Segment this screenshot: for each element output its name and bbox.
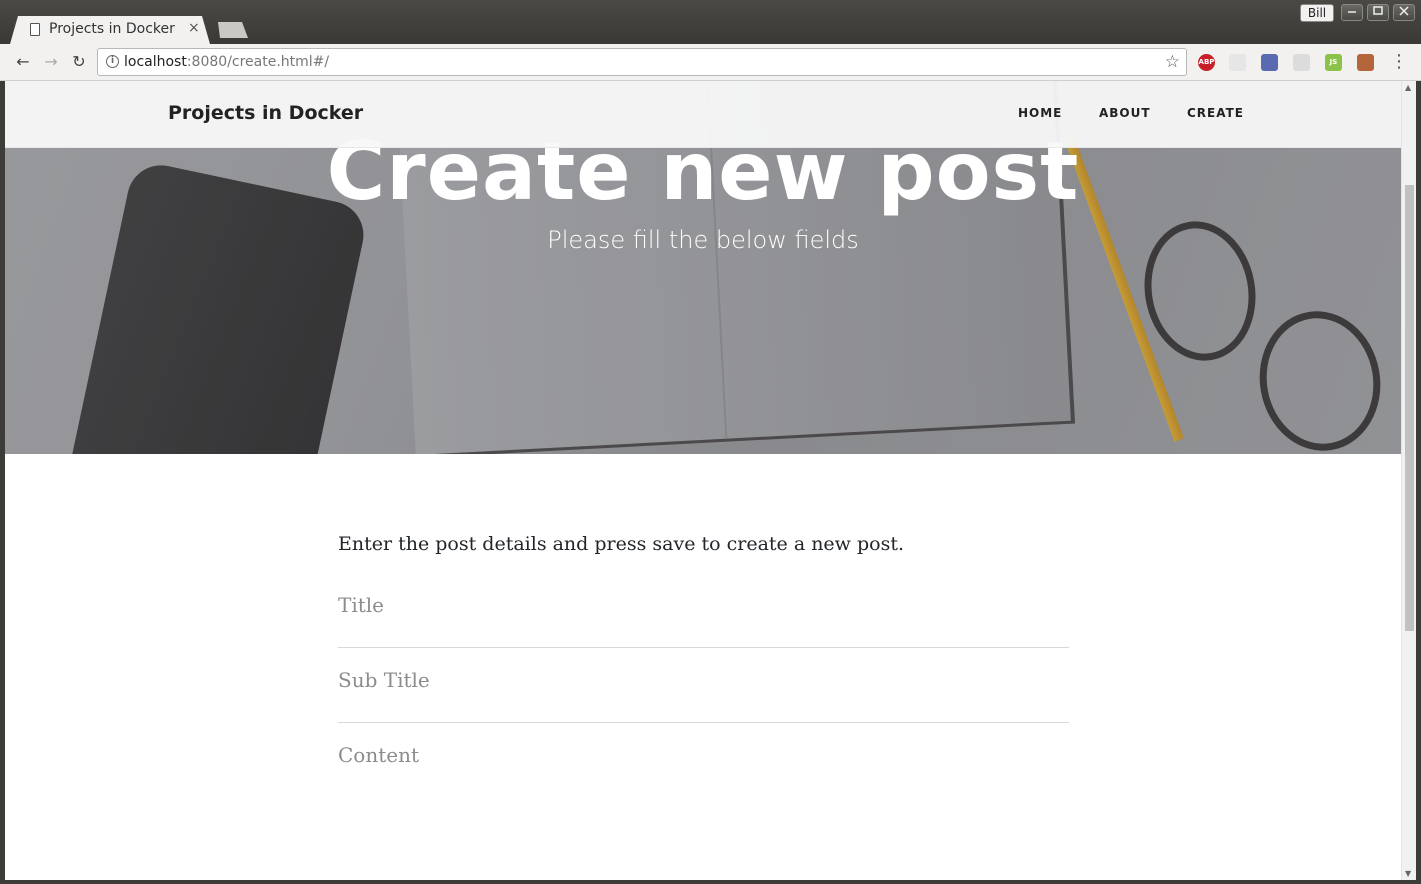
browser-window: Projects in Docker × Bill ← → ↻ i localh…	[0, 0, 1421, 884]
page-subtitle: Please fill the below fields	[547, 226, 859, 254]
browser-toolbar: ← → ↻ i localhost:8080/create.html#/ ☆ A…	[0, 44, 1421, 81]
subtitle-field	[338, 648, 1069, 723]
back-arrow-icon: ←	[16, 52, 30, 71]
site-brand-link[interactable]: Projects in Docker	[168, 102, 363, 124]
profile-button[interactable]: Bill	[1300, 4, 1334, 22]
reload-icon: ↻	[72, 52, 86, 71]
abp-extension-icon[interactable]: ABP	[1198, 54, 1215, 71]
form-intro-text: Enter the post details and press save to…	[338, 533, 905, 555]
content-textarea[interactable]	[338, 743, 1069, 791]
maximize-button[interactable]	[1367, 4, 1389, 21]
colorpicker-extension-icon[interactable]	[1261, 54, 1278, 71]
minimize-icon	[1348, 11, 1356, 13]
address-bar[interactable]: i localhost:8080/create.html#/ ☆	[97, 48, 1187, 76]
scrollbar-thumb[interactable]	[1405, 185, 1414, 631]
scroll-down-arrow-icon[interactable]: ▼	[1405, 869, 1411, 878]
scroll-up-arrow-icon[interactable]: ▲	[1405, 83, 1411, 92]
sync-extension-icon[interactable]	[1229, 54, 1246, 71]
close-icon	[1399, 6, 1409, 16]
nav-home-link[interactable]: HOME	[1018, 106, 1062, 120]
title-input[interactable]	[338, 593, 1069, 617]
browser-menu-icon[interactable]: ⋮	[1390, 51, 1408, 72]
title-bar: Projects in Docker × Bill	[0, 0, 1421, 44]
close-window-button[interactable]	[1393, 4, 1415, 21]
url-text[interactable]: localhost:8080/create.html#/	[124, 54, 329, 70]
maximize-icon	[1373, 6, 1383, 15]
url-path: :8080/create.html#/	[186, 54, 330, 70]
close-tab-icon[interactable]: ×	[188, 20, 200, 36]
info-icon[interactable]: i	[106, 55, 119, 68]
browser-tab[interactable]: Projects in Docker ×	[10, 16, 210, 44]
reload-button[interactable]: ↻	[68, 52, 90, 72]
page-icon	[30, 23, 40, 36]
content-field	[338, 723, 1069, 803]
back-button[interactable]: ←	[12, 52, 34, 72]
bookmark-star-icon[interactable]: ☆	[1165, 52, 1180, 72]
nav-about-link[interactable]: ABOUT	[1099, 106, 1151, 120]
nav-create-link[interactable]: CREATE	[1187, 106, 1244, 120]
new-tab-button[interactable]	[218, 22, 248, 38]
page-viewport: Create new post Please fill the below fi…	[5, 81, 1401, 880]
tab-title: Projects in Docker	[49, 21, 175, 37]
page-scrollbar[interactable]: ▲ ▼	[1401, 81, 1416, 880]
forward-arrow-icon: →	[44, 52, 58, 71]
create-post-form: Enter the post details and press save to…	[338, 533, 1069, 791]
subtitle-input[interactable]	[338, 668, 1069, 692]
monkey-extension-icon[interactable]	[1357, 54, 1374, 71]
minimize-button[interactable]	[1341, 4, 1363, 21]
site-navbar: Projects in Docker HOME ABOUT CREATE	[5, 81, 1401, 148]
forward-button[interactable]: →	[40, 52, 62, 72]
js-extension-icon[interactable]: JS	[1325, 54, 1342, 71]
url-host: localhost	[124, 54, 187, 70]
title-field	[338, 573, 1069, 648]
grid-extension-icon[interactable]	[1293, 54, 1310, 71]
